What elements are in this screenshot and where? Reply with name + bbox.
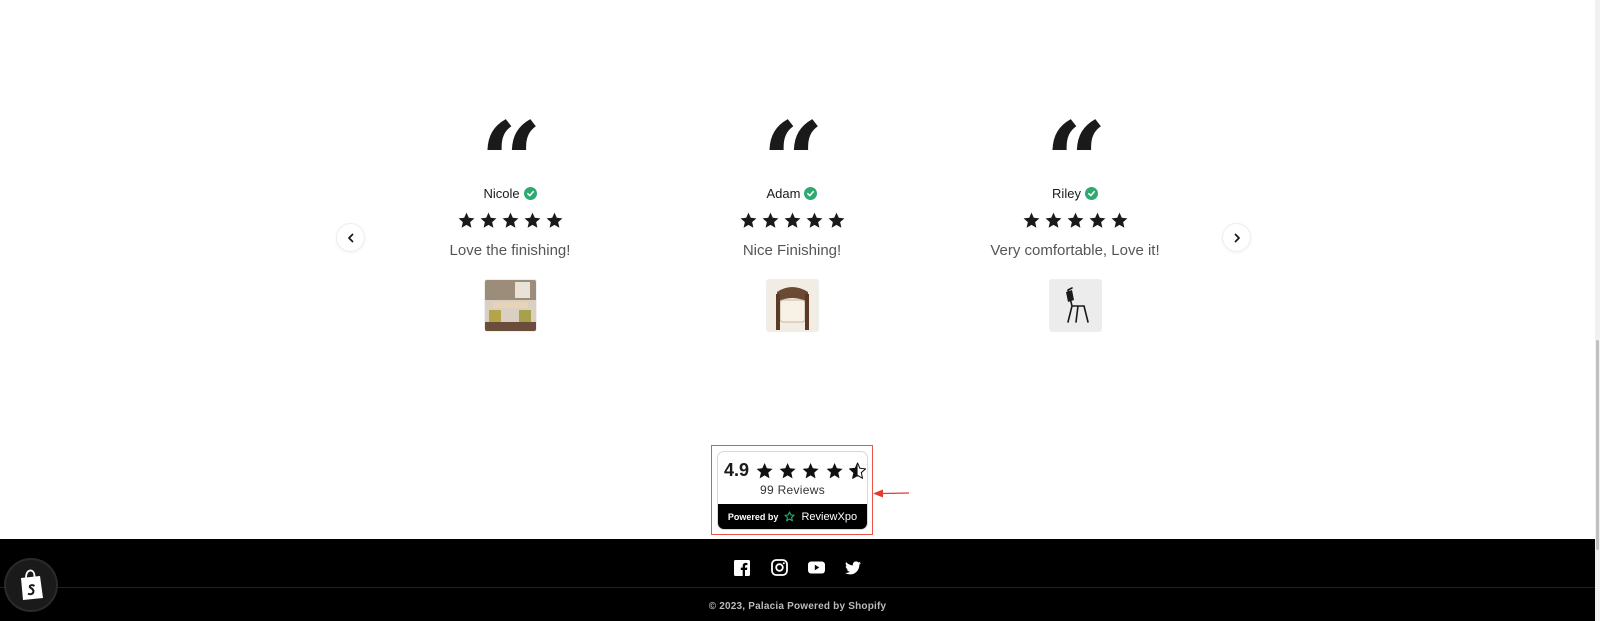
star-icon bbox=[1045, 212, 1061, 228]
chevron-right-icon bbox=[1234, 233, 1240, 242]
rating-badge[interactable]: 4.9 99 Reviews Powered by ReviewXpo bbox=[717, 451, 868, 530]
scrollbar-thumb[interactable] bbox=[1596, 340, 1599, 550]
review-text: Love the finishing! bbox=[449, 242, 571, 259]
shopify-bag-button[interactable] bbox=[6, 560, 56, 610]
quote-icon: “ bbox=[479, 112, 542, 176]
review-text: Nice Finishing! bbox=[742, 242, 842, 259]
review-photo-thumbnail[interactable] bbox=[483, 279, 537, 332]
star-icon bbox=[806, 212, 822, 228]
star-icon bbox=[756, 462, 773, 478]
reviewer-name: Adam bbox=[766, 186, 801, 201]
star-icon bbox=[1089, 212, 1105, 228]
star-icon bbox=[1111, 212, 1127, 228]
social-links bbox=[0, 559, 1595, 576]
badge-score-row: 4.9 bbox=[718, 452, 867, 481]
star-icon bbox=[1023, 212, 1039, 228]
review-card: “ Nicole Love the finishing! bbox=[380, 112, 640, 332]
star-icon bbox=[762, 212, 778, 228]
review-card: “ Adam Nice Finishing! bbox=[662, 112, 922, 332]
review-count: 99 Reviews bbox=[759, 483, 826, 497]
review-photo-thumbnail[interactable] bbox=[765, 279, 819, 332]
star-icon bbox=[524, 212, 540, 228]
powered-by-label: Powered by bbox=[727, 511, 779, 522]
review-text: Very comfortable, Love it! bbox=[990, 242, 1160, 259]
carousel-prev-button[interactable] bbox=[336, 223, 365, 252]
star-icon bbox=[458, 212, 474, 228]
callout-arrow-icon bbox=[873, 489, 910, 498]
shopify-bag-icon bbox=[21, 569, 43, 600]
star-icon bbox=[779, 462, 796, 478]
reviewxpo-logo-icon bbox=[784, 511, 796, 522]
star-rating bbox=[662, 211, 922, 230]
star-rating bbox=[945, 211, 1205, 230]
reviewer-row: Adam bbox=[662, 186, 922, 201]
dining-table-photo bbox=[484, 280, 536, 331]
reviewer-name: Nicole bbox=[483, 186, 520, 201]
wooden-chair-photo bbox=[766, 280, 818, 331]
carousel-next-button[interactable] bbox=[1222, 223, 1251, 252]
star-icon bbox=[828, 212, 844, 228]
star-rating bbox=[380, 211, 640, 230]
instagram-icon[interactable] bbox=[770, 559, 788, 576]
verified-check-icon bbox=[1084, 187, 1098, 200]
facebook-icon[interactable] bbox=[734, 559, 751, 576]
metal-chair-photo bbox=[1049, 280, 1101, 331]
badge-score: 4.9 bbox=[724, 460, 750, 480]
chevron-left-icon bbox=[347, 233, 353, 242]
quote-icon: “ bbox=[1044, 112, 1107, 176]
star-icon bbox=[1067, 212, 1083, 228]
quote-icon: “ bbox=[761, 112, 824, 176]
verified-check-icon bbox=[804, 187, 818, 200]
reviewer-row: Nicole bbox=[380, 186, 640, 201]
copyright-text: © 2023, Palacia Powered by Shopify bbox=[708, 601, 887, 612]
star-icon bbox=[502, 212, 518, 228]
reviewer-name: Riley bbox=[1052, 186, 1081, 201]
review-card: “ Riley Very comfortable, Love it! bbox=[945, 112, 1205, 332]
review-photo-thumbnail[interactable] bbox=[1048, 279, 1102, 332]
half-star-icon bbox=[848, 461, 866, 479]
site-footer: © 2023, Palacia Powered by Shopify bbox=[0, 539, 1595, 621]
star-icon bbox=[740, 212, 756, 228]
twitter-icon[interactable] bbox=[845, 559, 862, 576]
star-icon bbox=[480, 212, 496, 228]
verified-check-icon bbox=[523, 187, 537, 200]
star-icon bbox=[826, 462, 843, 478]
star-icon bbox=[784, 212, 800, 228]
badge-powered-bar[interactable]: Powered by ReviewXpo bbox=[718, 504, 867, 529]
brand-name: ReviewXpo bbox=[801, 510, 858, 523]
reviewer-row: Riley bbox=[945, 186, 1205, 201]
youtube-icon[interactable] bbox=[807, 559, 825, 576]
footer-divider bbox=[0, 587, 1595, 588]
star-icon bbox=[546, 212, 562, 228]
star-icon bbox=[803, 462, 819, 478]
